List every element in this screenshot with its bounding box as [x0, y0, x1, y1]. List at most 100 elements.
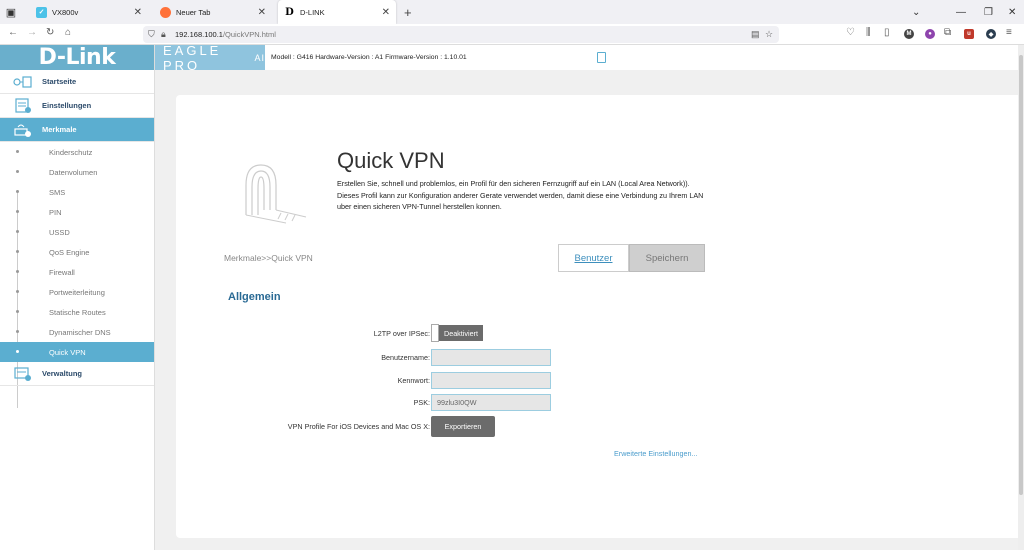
tp-link-icon: ✓	[36, 6, 47, 18]
sidebar-item-label: Merkmale	[42, 125, 77, 134]
close-tab-icon[interactable]: ✕	[258, 7, 266, 18]
dlink-logo: D-Link	[38, 45, 116, 70]
password-input[interactable]	[431, 372, 551, 389]
page-description: Erstellen Sie, schnell und problemlos, e…	[337, 179, 704, 211]
sidebar-item-einstellungen[interactable]: Einstellungen	[0, 94, 154, 118]
features-router-icon	[12, 122, 34, 138]
sidebar-subitem-sms[interactable]: SMS	[0, 182, 154, 202]
sidebar-item-verwaltung[interactable]: Verwaltung	[0, 362, 154, 386]
ublock-icon[interactable]: u	[964, 29, 974, 39]
export-button[interactable]: Exportieren	[431, 416, 495, 437]
sidebar-subitem-kinderschutz[interactable]: Kinderschutz	[0, 142, 154, 162]
vpn-profile-label: VPN Profile For iOS Devices and Mac OS X…	[287, 422, 430, 431]
close-tab-icon[interactable]: ✕	[382, 7, 390, 18]
shield-icon[interactable]: ⛉	[148, 29, 155, 40]
extension-purple-icon[interactable]: ●	[925, 29, 935, 39]
browser-tab-vx800v[interactable]: ✓ VX800v ✕	[30, 0, 148, 24]
tab-label: VX800v	[52, 7, 79, 17]
library-icon[interactable]: ⫼	[866, 27, 871, 38]
sidebar-toggle-icon[interactable]: ▯	[884, 27, 890, 38]
lock-icon[interactable]: 🔒︎	[161, 29, 166, 40]
model-info: Modell : G416 Hardware-Version : A1 Firm…	[271, 54, 467, 61]
bullet-dot	[16, 310, 19, 313]
sidebar-item-merkmale[interactable]: Merkmale	[0, 118, 154, 142]
sidebar-subitem-firewall[interactable]: Firewall	[0, 262, 154, 282]
account-avatar-icon[interactable]: M	[904, 29, 914, 39]
tab-label: D-LINK	[300, 7, 325, 17]
close-window-icon[interactable]: ✕	[1008, 0, 1016, 24]
sidebar-subitem-pin[interactable]: PIN	[0, 202, 154, 222]
management-icon	[12, 366, 34, 382]
dlink-d-icon: D	[285, 6, 294, 18]
bullet-dot	[16, 150, 19, 153]
eagle-ai-text: AI	[254, 52, 265, 63]
subitem-label: Dynamischer DNS	[49, 327, 111, 337]
back-icon[interactable]: ←	[8, 27, 18, 38]
l2tp-label: L2TP over IPSec:	[373, 329, 430, 338]
settings-list-icon	[12, 97, 34, 114]
eagle-pro-text: EAGLE PRO	[163, 42, 222, 73]
sidebar-subitem-datenvolumen[interactable]: Datenvolumen	[0, 162, 154, 182]
page-scrollbar[interactable]	[1018, 45, 1024, 550]
bullet-dot	[16, 170, 19, 173]
psk-input[interactable]: 99zlu3I0QW	[431, 394, 551, 411]
close-tab-icon[interactable]: ✕	[134, 7, 142, 18]
bullet-dot	[16, 290, 19, 293]
save-button[interactable]: Speichern	[629, 244, 705, 272]
user-button[interactable]: Benutzer	[558, 244, 629, 272]
extension-shield-icon[interactable]: ◆	[986, 29, 996, 39]
sidebar-subitem-statische-routes[interactable]: Statische Routes	[0, 302, 154, 322]
main-content: Quick VPN Erstellen Sie, schnell und pro…	[176, 95, 1024, 538]
forward-icon[interactable]: →	[27, 27, 37, 38]
subitem-label: Firewall	[49, 267, 75, 277]
browser-tab-dlink[interactable]: D D-LINK ✕	[278, 0, 396, 24]
sidebar-subitem-quick-vpn[interactable]: Quick VPN	[0, 342, 154, 362]
subitem-label: PIN	[49, 207, 62, 217]
page-title: Quick VPN	[337, 148, 445, 173]
router-page: D-Link Startseite Einstellungen Merkmale…	[0, 42, 1024, 550]
sidebar-item-label: Einstellungen	[42, 101, 92, 110]
reader-view-icon[interactable]: ▤	[751, 29, 760, 40]
sidebar-item-startseite[interactable]: Startseite	[0, 70, 154, 94]
sidebar: D-Link Startseite Einstellungen Merkmale…	[0, 45, 155, 550]
sidebar-subitem-dynamischer-dns[interactable]: Dynamischer DNS	[0, 322, 154, 342]
minimize-icon[interactable]: —	[956, 0, 966, 24]
bullet-dot	[16, 250, 19, 253]
pocket-icon[interactable]: ♡	[846, 27, 855, 38]
url-path: /QuickVPN.html	[222, 30, 276, 39]
sidebar-subitem-ussd[interactable]: USSD	[0, 222, 154, 242]
logo-area[interactable]: D-Link	[0, 45, 154, 70]
bookmark-star-icon[interactable]: ☆	[765, 29, 773, 40]
network-home-icon	[12, 74, 34, 90]
scrollbar-thumb[interactable]	[1019, 55, 1023, 495]
tab-overflow-icon[interactable]: ⌄	[912, 0, 920, 24]
username-input[interactable]	[431, 349, 551, 366]
advanced-settings-link[interactable]: Erweiterte Einstellungen...	[614, 449, 698, 458]
bullet-dot	[16, 210, 19, 213]
new-tab-icon[interactable]: +	[404, 5, 412, 20]
psk-label: PSK:	[413, 398, 430, 407]
bullet-dot	[16, 230, 19, 233]
firefox-icon	[160, 6, 171, 18]
extensions-puzzle-icon[interactable]: ⧉	[944, 27, 951, 38]
sidebar-subitem-portweiterleitung[interactable]: Portweiterleitung	[0, 282, 154, 302]
subitem-label: Datenvolumen	[49, 167, 98, 177]
breadcrumb: Merkmale>>Quick VPN	[224, 253, 313, 263]
tab-list-icon[interactable]: ▣	[0, 0, 22, 24]
subitem-label: SMS	[49, 187, 66, 197]
sidebar-subitem-qos-engine[interactable]: QoS Engine	[0, 242, 154, 262]
username-label: Benutzername:	[381, 353, 430, 362]
reload-icon[interactable]: ↻	[46, 27, 54, 38]
l2tp-toggle[interactable]: Deaktiviert	[431, 324, 483, 342]
restore-icon[interactable]: ❐	[984, 0, 993, 24]
subitem-label: Statische Routes	[49, 307, 106, 317]
sidebar-item-label: Verwaltung	[42, 369, 83, 378]
subitem-label: Quick VPN	[49, 347, 86, 357]
toggle-knob[interactable]	[431, 324, 439, 342]
subitem-label: QoS Engine	[49, 247, 90, 257]
browser-tab-neuer-tab[interactable]: Neuer Tab ✕	[154, 0, 272, 24]
app-menu-icon[interactable]: ≡	[1006, 27, 1012, 38]
document-icon[interactable]	[597, 52, 606, 63]
address-bar[interactable]: ⛉ 🔒︎ 192.168.100.1/QuickVPN.html ▤ ☆	[143, 26, 779, 43]
home-icon[interactable]: ⌂	[65, 27, 71, 38]
